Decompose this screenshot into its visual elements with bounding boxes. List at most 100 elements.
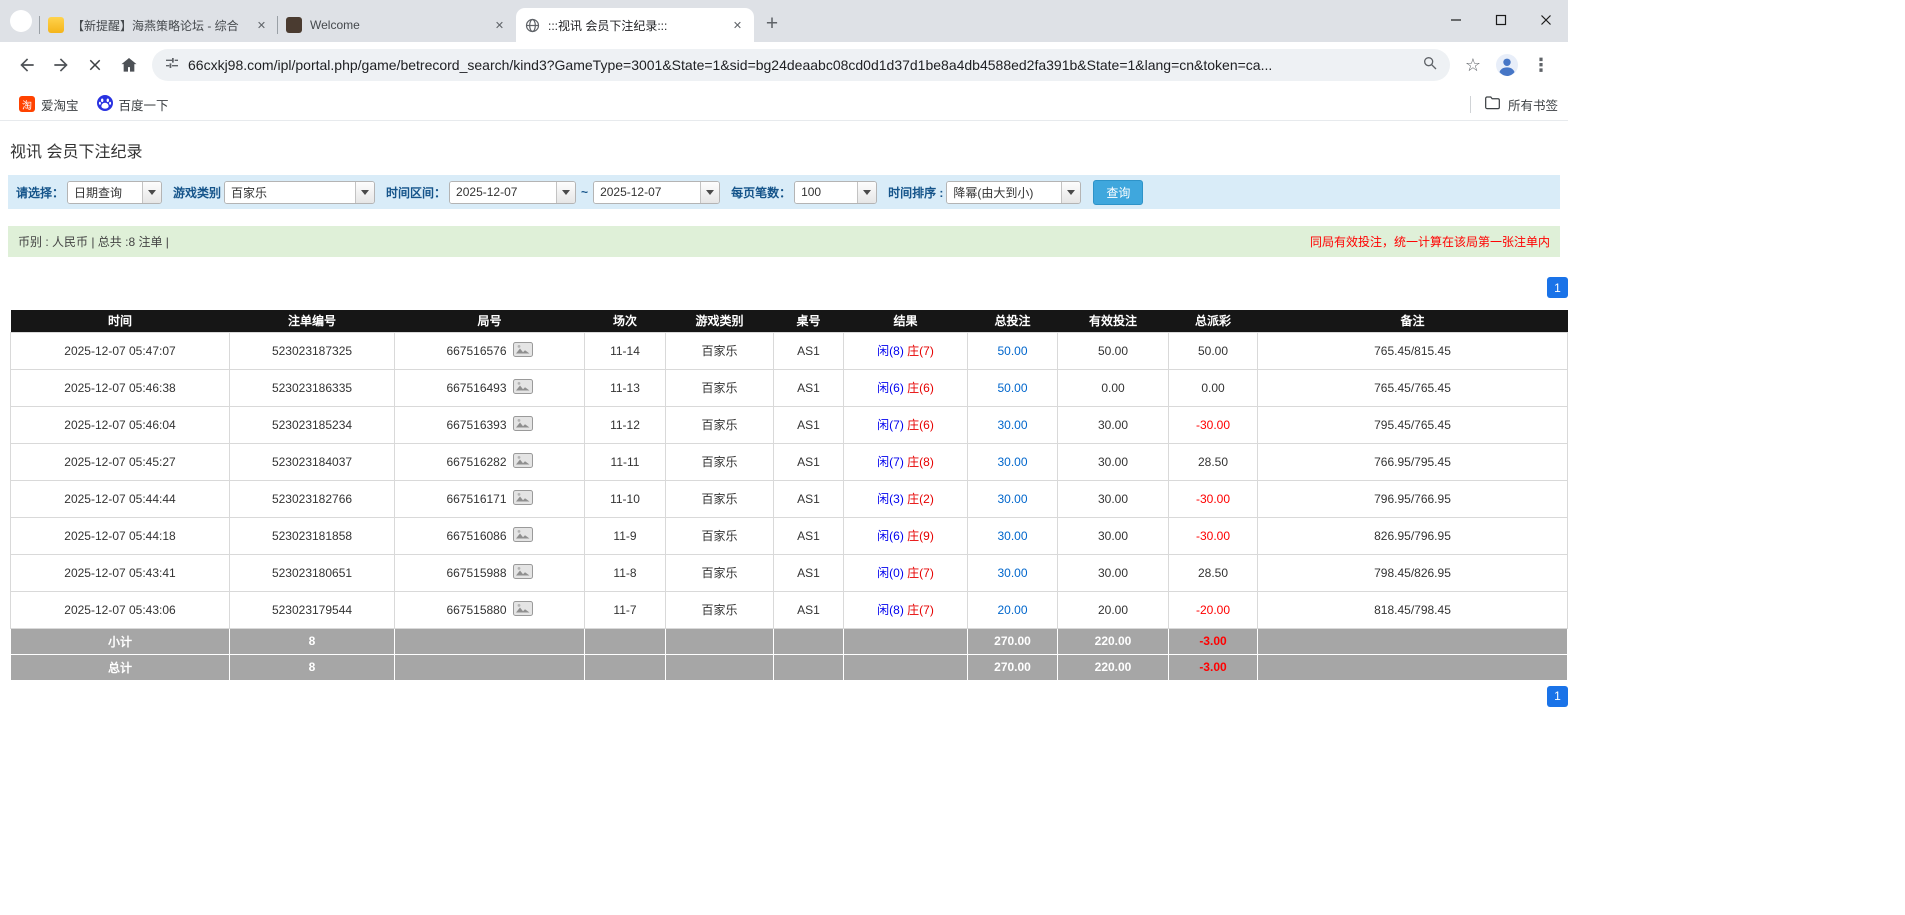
bookmark-label: 爱淘宝 [41,95,79,114]
sort-dropdown-button[interactable] [1061,182,1080,203]
browser-menu-button[interactable]: ⋮ [1524,48,1558,82]
cell-bet-no: 523023179544 [230,591,395,628]
filter-bar: 请选择： 游戏类别 时间区间： ~ 每页笔数： [8,175,1560,209]
total-total-bet: 270.00 [968,654,1058,680]
result-banker: 庄(7) [907,344,934,358]
maximize-button[interactable] [1478,0,1523,40]
round-video-icon[interactable] [513,601,533,619]
total-bet-link[interactable]: 50.00 [997,344,1027,358]
page-size-dropdown-button[interactable] [857,182,876,203]
sort-label: 时间排序 : [888,184,943,201]
query-type-dropdown-button[interactable] [142,182,161,203]
round-video-icon[interactable] [513,453,533,471]
total-bet-link[interactable]: 50.00 [997,381,1027,395]
table-row: 2025-12-07 05:47:07523023187325667516576… [11,332,1568,369]
cell-total-bet: 30.00 [968,554,1058,591]
subtotal-total-bet: 270.00 [968,628,1058,654]
tab-strip-circle-button[interactable] [10,10,32,32]
profile-avatar[interactable] [1490,48,1524,82]
globe-icon [524,17,540,33]
all-bookmarks-label[interactable]: 所有书签 [1508,95,1558,114]
game-type-dropdown-button[interactable] [355,182,374,203]
tab-welcome[interactable]: Welcome ✕ [278,8,516,42]
date-to-combobox [593,181,720,204]
date-to-input[interactable] [594,182,700,203]
minimize-button[interactable] [1433,0,1478,40]
sort-input[interactable] [947,182,1061,203]
query-type-combobox [67,181,162,204]
tab-bet-record[interactable]: :::视讯 会员下注纪录::: ✕ [516,8,754,42]
navigation-bar: ☆ ⋮ [0,42,1568,88]
round-number: 667516576 [446,344,506,358]
round-video-icon[interactable] [513,527,533,545]
cell-game-type: 百家乐 [666,369,774,406]
table-row: 2025-12-07 05:46:04523023185234667516393… [11,406,1568,443]
url-input[interactable] [188,57,1414,73]
col-header-valid-bet: 有效投注 [1058,310,1169,332]
tab-close-icon[interactable]: ✕ [729,17,746,34]
bookmark-star-icon[interactable]: ☆ [1456,48,1490,82]
cell-result: 闲(3) 庄(2) [844,480,968,517]
taobao-icon: 淘 [19,96,35,112]
round-video-icon[interactable] [513,342,533,360]
round-video-icon[interactable] [513,416,533,434]
round-number: 667516493 [446,381,506,395]
cell-valid-bet: 20.00 [1058,591,1169,628]
address-bar[interactable] [152,49,1450,81]
total-bet-link[interactable]: 20.00 [997,603,1027,617]
tab-close-icon[interactable]: ✕ [253,17,270,34]
total-valid-bet: 220.00 [1058,654,1169,680]
date-from-input[interactable] [450,182,556,203]
total-bet-link[interactable]: 30.00 [997,418,1027,432]
sort-combobox [946,181,1081,204]
home-button[interactable] [112,48,146,82]
round-number: 667516282 [446,455,506,469]
round-video-icon[interactable] [513,564,533,582]
total-bet-link[interactable]: 30.00 [997,529,1027,543]
total-bet-link[interactable]: 30.00 [997,455,1027,469]
cell-time: 2025-12-07 05:44:18 [11,517,230,554]
tab-close-icon[interactable]: ✕ [491,17,508,34]
date-to-dropdown-button[interactable] [700,182,719,203]
cell-time: 2025-12-07 05:43:41 [11,554,230,591]
cell-remark: 818.45/798.45 [1258,591,1568,628]
col-header-result: 结果 [844,310,968,332]
chevron-down-icon [863,190,871,195]
game-type-input[interactable] [225,182,355,203]
cell-valid-bet: 30.00 [1058,443,1169,480]
new-tab-button[interactable]: + [758,10,786,38]
tab-title: Welcome [310,18,491,32]
stop-loading-button[interactable] [78,48,112,82]
cell-remark: 766.95/795.45 [1258,443,1568,480]
cell-round-no: 667516171 [395,480,585,517]
query-type-input[interactable] [68,182,142,203]
site-settings-icon[interactable] [164,55,180,76]
cell-result: 闲(6) 庄(9) [844,517,968,554]
table-header-row: 时间 注单编号 局号 场次 游戏类别 桌号 结果 总投注 有效投注 总派彩 备注 [11,310,1568,332]
total-bet-link[interactable]: 30.00 [997,492,1027,506]
search-button[interactable]: 查询 [1093,180,1143,205]
total-bet-link[interactable]: 30.00 [997,566,1027,580]
page-size-input[interactable] [795,182,857,203]
date-from-dropdown-button[interactable] [556,182,575,203]
page-number-button[interactable]: 1 [1547,686,1568,707]
forward-button[interactable] [44,48,78,82]
back-button[interactable] [10,48,44,82]
bookmark-baidu[interactable]: 百度一下 [88,91,178,117]
cell-table-no: AS1 [774,517,844,554]
cell-round-no: 667515880 [395,591,585,628]
bookmark-taobao[interactable]: 淘 爱淘宝 [10,91,88,117]
zoom-indicator-icon[interactable] [1422,55,1438,76]
page-number-button[interactable]: 1 [1547,277,1568,298]
cell-total-bet: 30.00 [968,480,1058,517]
table-row: 2025-12-07 05:44:18523023181858667516086… [11,517,1568,554]
cell-payout: 50.00 [1169,332,1258,369]
cell-remark: 765.45/765.45 [1258,369,1568,406]
round-video-icon[interactable] [513,379,533,397]
result-banker: 庄(7) [907,603,934,617]
close-button[interactable] [1523,0,1568,40]
cell-session: 11-12 [585,406,666,443]
cell-round-no: 667516576 [395,332,585,369]
round-video-icon[interactable] [513,490,533,508]
tab-forum[interactable]: 【新提醒】海燕策略论坛 - 综合 ✕ [40,8,278,42]
